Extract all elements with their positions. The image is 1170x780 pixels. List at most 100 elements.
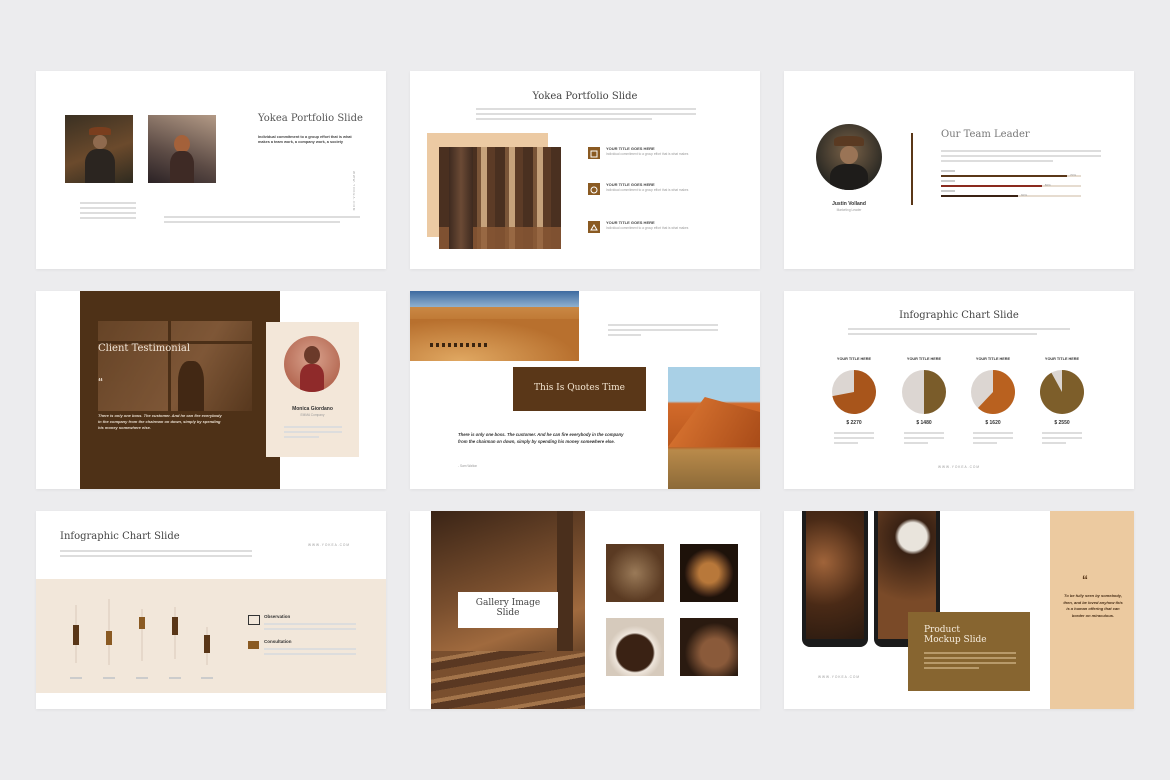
slide-portfolio-1[interactable]: Yokea Portfolio Slide Individual commitm… [36,71,386,269]
item-2-icon [588,183,600,195]
slide-quotes[interactable]: This Is Quotes Time There is only one bo… [410,291,760,489]
slide-title: Infographic Chart Slide [899,310,1019,321]
slide-portfolio-2[interactable]: Yokea Portfolio Slide YOUR TITLE GOES HE… [410,71,760,269]
pie-value-3: $ 1620 [985,420,1001,426]
pie-label-1: YOUR TITLE HERE [836,357,872,361]
pie-value-2: $ 1480 [916,420,932,426]
slide-title: Infographic Chart Slide [60,531,180,542]
quote-icon: “ [1082,573,1088,587]
skill-value-1: 70% [1070,173,1077,177]
slide-title: Yokea Portfolio Slide [532,91,638,102]
quote-author: - Sam Walton [458,464,478,468]
skill-label-1 [941,170,955,172]
skill-fill-3 [941,195,1018,197]
gallery-thumb-4[interactable] [680,618,738,676]
item-3-text: Individual commitment to a group effort … [606,226,689,230]
intro-text [60,547,252,560]
intro-text [848,325,1070,338]
footer-url: WWW.YOKEA.COM [937,465,981,469]
vertical-url: WWW.YOKEA.COM [352,171,356,212]
pie-desc-1 [834,429,874,447]
slide-infographic-candles[interactable]: Infographic Chart Slide WWW.YOKEA.COM Ob… [36,511,386,709]
pie-4-slice [1040,370,1084,414]
phone-1-screen [806,511,864,639]
pie-label-3: YOUR TITLE HERE [975,357,1011,361]
dune-photo [668,367,760,489]
gallery-thumb-2[interactable] [680,544,738,602]
pie-chart-2 [902,370,946,414]
product-text [924,649,1016,672]
skill-label-2 [941,180,955,182]
paragraph-right [164,213,360,226]
slide-title: Our Team Leader [941,129,1030,140]
legend-observation: Observation [264,614,291,619]
client-company: EMMA Company [300,413,325,417]
slide-product-mockup[interactable]: Product Mockup Slide “ To be fully seen … [784,511,1134,709]
slide-testimonial[interactable]: Client Testimonial “ There is only one b… [36,291,386,489]
gallery-title: Gallery Image Slide [458,598,558,618]
slide-team-leader[interactable]: Justin Volland Marketing Leader Our Team… [784,71,1134,269]
leader-name: Justin Volland [832,201,866,207]
product-title-line1: Product [924,625,960,635]
gallery-title-line2: Slide [496,608,520,618]
slide-infographic-pies[interactable]: Infographic Chart Slide YOUR TITLE HERE $… [784,291,1134,489]
item-3-title: YOUR TITLE GOES HERE [606,220,655,225]
skill-track-1 [941,175,1081,177]
slide-title: Yokea Portfolio Slide [258,113,363,124]
skill-value-2: 80% [1044,183,1051,187]
leader-role: Marketing Leader [836,208,862,212]
candlestick-chart [70,599,213,679]
observation-icon [248,615,260,625]
dark-panel [80,291,280,489]
pie-chart-1 [832,370,876,414]
phone-mockup-1 [802,511,868,647]
pie-desc-3 [973,429,1013,447]
pie-desc-2 [904,429,944,447]
item-1-icon [588,147,600,159]
footer-url: WWW.YOKEA.COM [818,675,861,679]
pie-2-slice [924,370,946,414]
slide-title: This Is Quotes Time [534,383,625,393]
lead-text: Individual commitment to a group effort … [258,135,352,145]
header-url: WWW.YOKEA.COM [308,543,351,547]
pie-value-4: $ 2550 [1054,420,1070,426]
gallery-thumb-3[interactable] [606,618,664,676]
item-1-title: YOUR TITLE GOES HERE [606,146,655,151]
desert-photo [410,291,579,361]
forest-photo [439,147,561,249]
client-name: Monica Giordano [292,406,333,412]
skill-value-3: 60% [1021,193,1028,197]
client-bio [284,423,342,441]
legend-consultation: Consultation [264,639,292,644]
gallery-thumb-1[interactable] [606,544,664,602]
woman-photo [148,115,216,183]
intro-text [608,321,718,339]
quote-text: To be fully seen by somebody, then, and … [1063,593,1123,618]
item-1-text: Individual commitment to a group effort … [606,152,689,156]
intro-text [476,105,696,123]
skill-fill-2 [941,185,1042,187]
consultation-text [264,645,356,658]
item-2-text: Individual commitment to a group effort … [606,188,689,192]
window-photo [98,321,252,411]
quote-text: There is only one boss. The customer. An… [98,413,222,430]
skill-track-3 [941,195,1081,197]
observation-text [264,620,356,633]
portrait-photo [65,115,133,183]
client-avatar [284,336,340,392]
product-title: Product Mockup Slide [924,625,987,645]
pie-label-2: YOUR TITLE HERE [906,357,942,361]
item-2-title: YOUR TITLE GOES HERE [606,182,655,187]
gallery-title-line1: Gallery Image [475,598,541,608]
consultation-icon [248,641,259,649]
item-3-icon [588,221,600,233]
pie-desc-4 [1042,429,1082,447]
skill-track-2 [941,185,1081,187]
product-title-line2: Mockup Slide [924,635,987,645]
quote-icon: “ [98,377,103,388]
divider [911,133,913,205]
slide-gallery[interactable]: Gallery Image Slide [410,511,760,709]
paragraph-left [80,199,136,222]
skill-label-3 [941,190,955,192]
pie-chart-3 [971,370,1015,414]
